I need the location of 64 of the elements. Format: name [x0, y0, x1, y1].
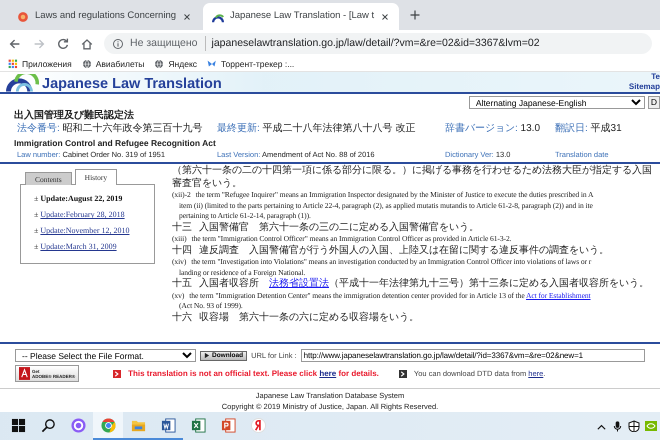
link[interactable]: here: [319, 368, 336, 378]
history-link[interactable]: Update:November 12, 2010: [40, 225, 130, 238]
microphone-icon[interactable]: [612, 420, 623, 432]
article-text-japanese: （第六十一条の二の十四第一項に係る部分に限る。）に掲げる事務を行わせるため法務大臣が指定する入国審査官をいう。: [172, 165, 653, 190]
link[interactable]: 法務省設置法: [269, 278, 329, 289]
history-link[interactable]: Update:March 31, 2009: [40, 241, 117, 254]
url-field[interactable]: http://www.japaneselawtranslation.go.jp/law/detail/?id=3367&vm=&re=02&new=1: [300, 349, 645, 362]
globe-icon: [154, 59, 164, 69]
shield-icon[interactable]: [628, 420, 640, 432]
law-title: 出入国管理及び難民認定法: [14, 109, 135, 122]
circle-icon: [70, 418, 86, 432]
back-icon[interactable]: [8, 36, 22, 50]
expand-link[interactable]: ±: [34, 225, 38, 238]
close-icon[interactable]: [380, 12, 390, 22]
arrow-square-icon: [398, 370, 407, 378]
search-icon: [40, 418, 56, 432]
info-icon[interactable]: [112, 38, 124, 50]
expand-link[interactable]: ±: [34, 193, 38, 206]
bookmark[interactable]: Яндекс: [154, 58, 198, 70]
header-link[interactable]: Sitemap: [628, 82, 660, 92]
windows-logo-icon: [10, 418, 26, 432]
pdf-logo-icon: [19, 367, 30, 380]
history-link[interactable]: Update:February 28, 2018: [40, 209, 125, 222]
display-mode-select[interactable]: Alternating Japanese-English: [468, 96, 645, 109]
article-text-japanese: 十三 入国警備官 第六十一条の三の二に定める入国警備官をいう。: [172, 222, 480, 234]
meta-field: 翻訳日: 平成31: [555, 122, 646, 135]
file-format-select[interactable]: -- Please Select the File Format.: [15, 349, 196, 362]
address-bar[interactable]: Не защищено japaneselawtranslation.go.jp/law/detail/?vm=&re=02&id=3367&lvm=02: [104, 33, 652, 54]
reload-icon[interactable]: [56, 36, 70, 50]
flower-favicon-icon: [17, 10, 29, 22]
home-icon[interactable]: [80, 36, 94, 50]
plus-icon[interactable]: [409, 9, 422, 21]
meta-field: 法令番号: 昭和二十六年政令第三百十九号: [17, 122, 217, 135]
browser-icon: [250, 418, 266, 432]
globe-icon: [82, 59, 92, 69]
history-link[interactable]: Update:August 22, 2019: [40, 193, 122, 206]
bookmark[interactable]: Приложения: [8, 58, 72, 70]
arrow-square-icon: [113, 370, 122, 378]
header-link[interactable]: Te: [651, 72, 660, 82]
expand-link[interactable]: ±: [34, 209, 38, 222]
law-title: Immigration Control and Refugee Recognition Act: [14, 137, 217, 149]
play-icon: [204, 352, 210, 359]
close-icon[interactable]: [182, 12, 192, 22]
document-icon: [160, 418, 176, 432]
butterfly-icon: [207, 59, 218, 69]
url-text: japaneselawtranslation.go.jp/law/detail/?vm=&re=02&id=3367&lvm=02: [212, 36, 540, 51]
article-text-japanese: 十五 入国者収容所 法務省設置法（平成十一年法律第九十三号）第十三条に定める入国者収容所をいう。: [172, 278, 650, 290]
bookmark[interactable]: Авиабилеты: [82, 58, 144, 70]
bookmark[interactable]: Торрент-трекер :...: [207, 58, 294, 70]
expand-link[interactable]: ±: [34, 241, 38, 254]
presentation-icon: [220, 418, 236, 432]
browser-tab[interactable]: Japanese Law Translation - [Law t: [203, 3, 400, 30]
article-text-japanese: 十六 収容場 第六十一条の六に定める収容場をいう。: [172, 312, 420, 324]
meta-field: 最終更新: 平成二十八年法律第八十八号 改正: [217, 122, 445, 135]
article-text-japanese: 十四 違反調査 入国警備官が行う外国人の入国、上陸又は在留に関する違反事件の調査をいう。: [172, 244, 610, 257]
browser-icon: [100, 418, 116, 432]
site-logo-text[interactable]: Japanese Law Translation: [42, 76, 222, 92]
spreadsheet-icon: [190, 418, 206, 432]
browser-tab[interactable]: Laws and regulations Concerning: [8, 3, 202, 30]
security-label: Не защищено: [130, 36, 206, 52]
display-button[interactable]: D: [648, 96, 660, 109]
notice-text: This translation is not an official text. Please click here for details.: [128, 368, 379, 380]
meta-field: 辞書バージョン: 13.0: [445, 122, 555, 135]
apps-grid-icon: [8, 59, 18, 69]
